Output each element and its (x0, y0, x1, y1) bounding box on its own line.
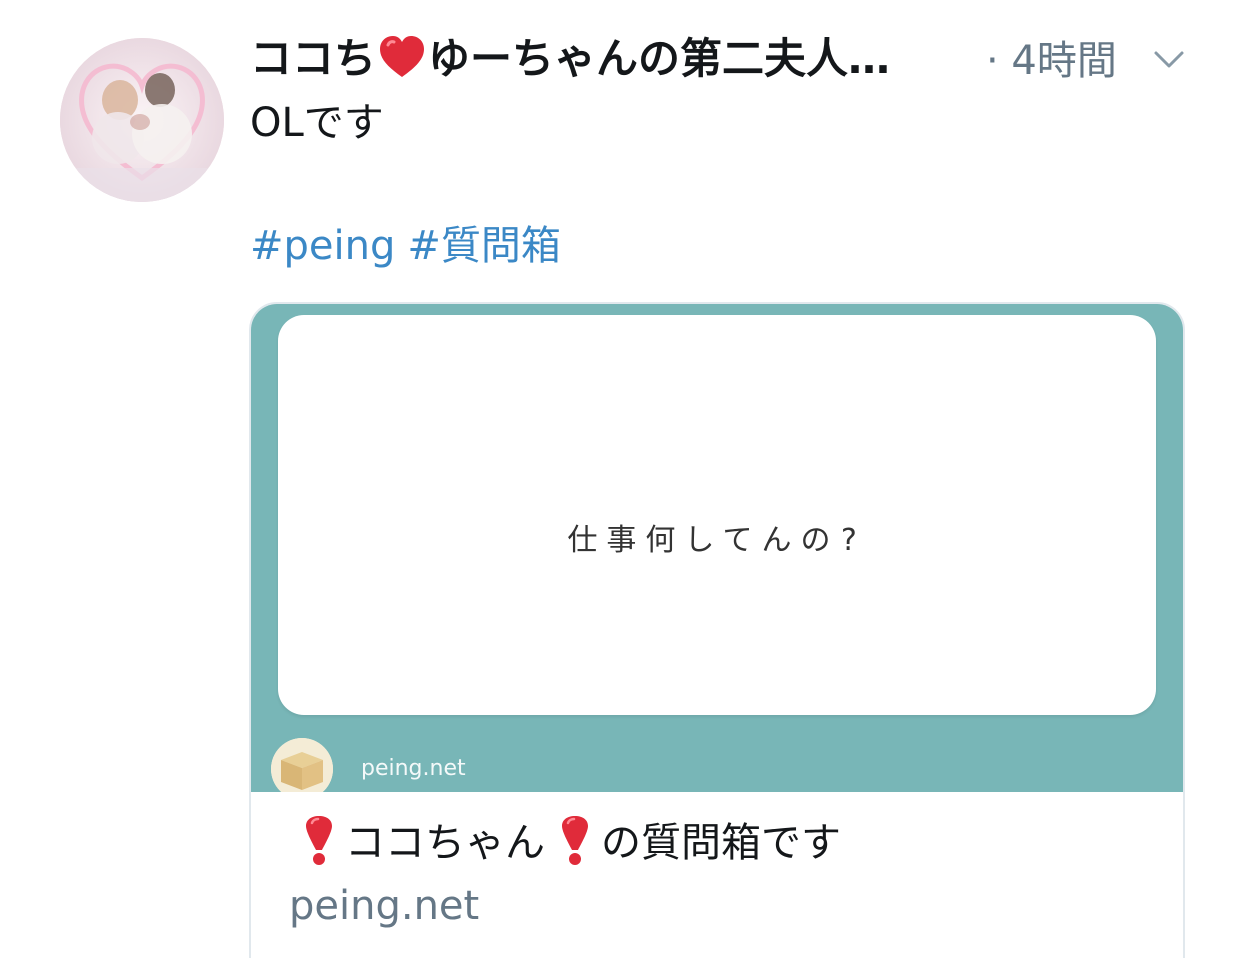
avatar-image (60, 38, 224, 202)
display-name[interactable]: ココち ゆーちゃんの第二夫人… (250, 32, 890, 86)
question-text: 仕事何してんの? (567, 523, 867, 558)
hashtag-peing[interactable]: #peing (250, 223, 395, 269)
card-meta: ココちゃん の質問箱です peing.net (251, 792, 1183, 958)
avatar[interactable] (60, 38, 224, 202)
tweet[interactable]: ココち ゆーちゃんの第二夫人… · 4時間 OLです #peing #質問箱 仕事何… (0, 0, 1242, 958)
card-image: 仕事何してんの? peing.net (251, 304, 1183, 800)
peing-logo-icon (271, 738, 333, 800)
card-domain: peing.net (289, 883, 480, 929)
link-card[interactable]: 仕事何してんの? peing.net ココちゃん の質問箱です peing.net (249, 302, 1185, 958)
card-title-part2: の質問箱です (601, 820, 841, 866)
card-site-name: peing.net (361, 756, 466, 781)
timestamp[interactable]: · 4時間 (986, 34, 1117, 88)
red-exclamation-icon (299, 814, 339, 866)
red-heart-icon (378, 35, 426, 79)
tweet-header: ココち ゆーちゃんの第二夫人… · 4時間 (250, 28, 1200, 90)
tweet-text: OLです (250, 100, 384, 146)
red-exclamation-icon (555, 814, 595, 866)
chevron-down-icon[interactable] (1152, 42, 1186, 76)
hashtags: #peing #質問箱 (250, 220, 573, 272)
display-name-part1: ココち (250, 34, 377, 83)
card-title: ココちゃん の質問箱です (289, 814, 841, 869)
question-box: 仕事何してんの? (278, 315, 1156, 715)
hashtag-shitsumonbako[interactable]: #質問箱 (407, 223, 561, 269)
display-name-part2: ゆーちゃんの第二夫人… (428, 34, 891, 83)
card-title-part1: ココちゃん (345, 820, 545, 866)
